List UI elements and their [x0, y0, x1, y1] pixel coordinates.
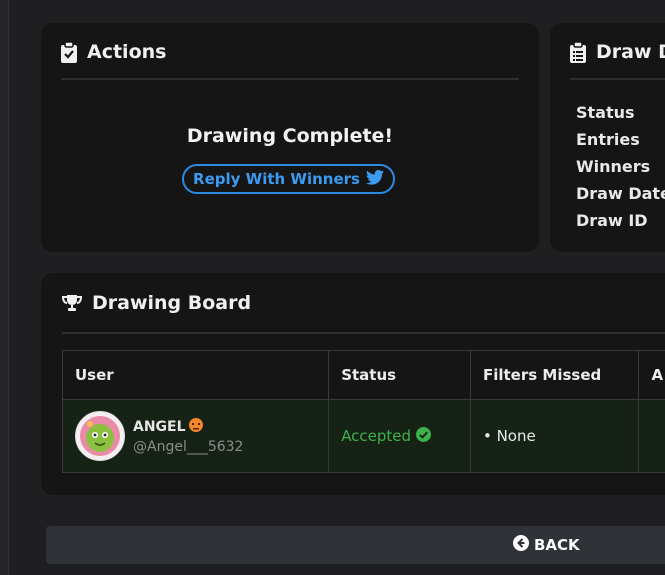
avatar[interactable] — [75, 411, 125, 461]
actions-header: Actions — [61, 41, 166, 63]
user-display-name: ANGEL — [133, 417, 243, 437]
column-header-filters-missed[interactable]: Filters Missed — [469, 350, 640, 400]
extra-cell — [638, 399, 665, 473]
status-cell: Accepted — [328, 399, 471, 473]
draw-details-card: Draw De Status Entries Winners Draw Date… — [550, 23, 665, 252]
clipboard-list-icon — [570, 41, 586, 63]
table-row[interactable]: ANGEL @Angel___5632 Accepted • None — [61, 399, 665, 473]
arrow-circle-left-icon — [513, 535, 529, 555]
status-badge: Accepted — [341, 427, 412, 445]
entries-table: User Status Filters Missed A ANGEL @Ange… — [61, 350, 665, 473]
actions-divider — [61, 78, 519, 80]
user-cell: ANGEL @Angel___5632 — [61, 399, 330, 473]
clipboard-check-icon — [61, 41, 77, 63]
detail-label-draw-date: Draw Date — [576, 184, 665, 203]
filters-missed-cell: • None — [469, 399, 640, 473]
left-panel-edge — [0, 0, 9, 575]
drawing-board-header: Drawing Board — [62, 292, 251, 314]
column-header-user[interactable]: User — [61, 350, 330, 400]
back-button[interactable]: BACK — [46, 526, 665, 564]
drawing-board-divider — [62, 332, 665, 334]
draw-details-divider — [570, 78, 665, 80]
actions-title: Actions — [87, 41, 167, 63]
actions-card: Actions Drawing Complete! Reply With Win… — [41, 23, 539, 252]
column-header-extra[interactable]: A — [638, 350, 665, 400]
draw-details-header: Draw De — [570, 41, 665, 63]
column-header-status[interactable]: Status — [328, 350, 471, 400]
detail-label-status: Status — [576, 103, 635, 122]
back-button-label: BACK — [534, 536, 580, 554]
trophy-icon — [62, 294, 82, 312]
twitter-icon — [365, 169, 384, 189]
table-header-row: User Status Filters Missed A — [61, 350, 665, 400]
drawing-complete-text: Drawing Complete! — [186, 125, 394, 147]
check-circle-icon — [416, 426, 432, 446]
detail-label-winners: Winners — [576, 157, 651, 176]
detail-label-draw-id: Draw ID — [576, 211, 648, 230]
draw-details-list: Status Entries Winners Draw Date Draw ID — [576, 99, 665, 234]
drawing-board-card: Drawing Board User Status Filters Missed… — [41, 273, 665, 495]
angry-face-emoji-icon — [188, 417, 204, 437]
detail-label-entries: Entries — [576, 130, 640, 149]
reply-with-winners-button[interactable]: Reply With Winners — [182, 164, 395, 194]
draw-details-title: Draw De — [596, 41, 665, 63]
drawing-board-title: Drawing Board — [92, 292, 252, 314]
user-handle[interactable]: @Angel___5632 — [133, 439, 243, 455]
reply-button-label: Reply With Winners — [193, 170, 360, 188]
